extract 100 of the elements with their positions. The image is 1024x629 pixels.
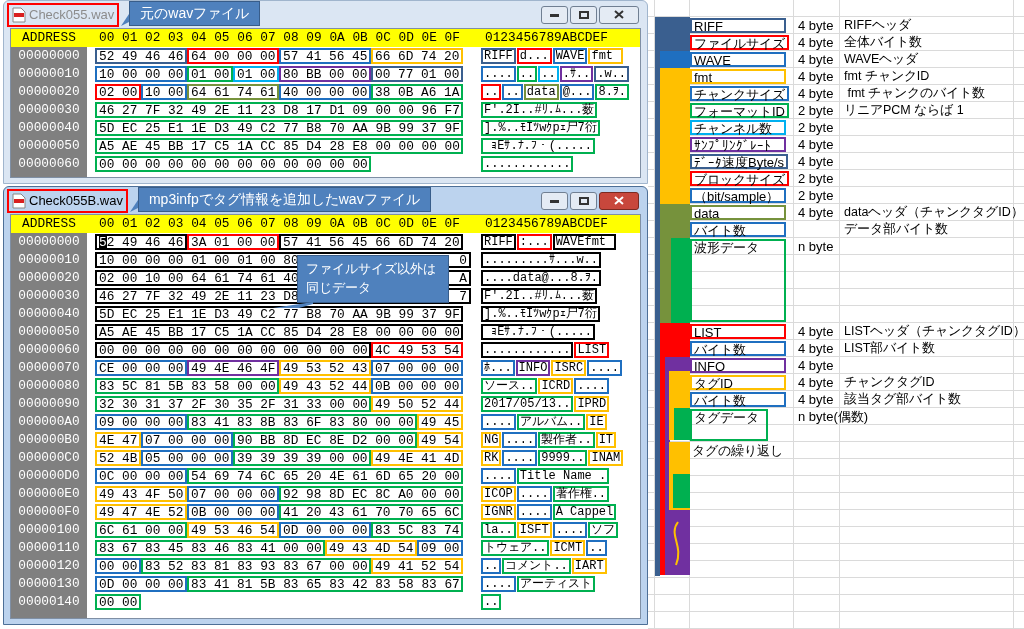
description-text: fmt チャンクのバイト数: [846, 86, 986, 100]
field-label: （bit/sample）: [690, 188, 786, 203]
address-cell: 00000060: [11, 341, 87, 359]
field-label: バイト数: [690, 392, 786, 407]
hex-bytes: 0D 00 00 00: [95, 576, 187, 592]
ascii-text: la..: [481, 522, 516, 538]
field-label: タグの繰り返し: [691, 443, 784, 458]
ascii-text: LIST: [574, 342, 610, 358]
hex-bytes: 01 00: [233, 66, 279, 82]
close-button[interactable]: [599, 5, 639, 24]
address-cell: 000000C0: [11, 449, 87, 467]
hex-bytes: 49 50 52 44: [371, 396, 463, 412]
hex-bytes: 09 00 00 00: [95, 414, 187, 430]
minimize-button[interactable]: [541, 5, 568, 24]
address-cell: 00000020: [11, 269, 87, 287]
ascii-text: ICOP: [481, 486, 516, 502]
description-text: 該当タグ部バイト数: [844, 392, 961, 406]
address-cell: 00000030: [11, 287, 87, 305]
hex-bytes: 49 53 52 43: [279, 360, 371, 376]
hex-bytes: 49 53 46 54: [187, 522, 279, 538]
ascii-text: アルバム..: [516, 414, 586, 430]
ascii-text: IT: [595, 432, 617, 448]
hex-bytes: 66 6D 74 20: [371, 48, 463, 64]
address-cell: 000000F0: [11, 503, 87, 521]
ascii-text: ICMT: [550, 540, 586, 556]
maximize-button[interactable]: [570, 191, 597, 210]
address-cell: 00000050: [11, 323, 87, 341]
minimize-button[interactable]: [541, 191, 568, 210]
hex-bytes: 0C 00 00 00: [95, 468, 187, 484]
ascii-text: IGNR: [481, 504, 516, 520]
ascii-text: .........ｻ...w..: [481, 252, 602, 268]
field-label: ファイルサイズ: [690, 35, 789, 50]
ascii-text: ....: [587, 360, 623, 376]
field-label: data: [690, 205, 786, 220]
ascii-text: .ｻ..: [559, 66, 594, 82]
size-text: 2 byte: [798, 103, 834, 118]
column-header: ADDRESS: [21, 29, 77, 48]
size-text: 4 byte: [798, 358, 834, 373]
column-header: 0123456789ABCDEF: [484, 215, 608, 234]
ascii-text: Title Name .: [516, 468, 610, 484]
hex-bytes: 07 00 00 00: [187, 486, 279, 502]
size-text: 4 byte: [798, 375, 834, 390]
ascii-text: INAM: [588, 450, 624, 466]
address-cell: 00000040: [11, 119, 87, 137]
address-cell: 00000030: [11, 101, 87, 119]
size-text: n byte: [798, 239, 834, 254]
hex-bytes: 49 4E 41 4D: [371, 450, 463, 466]
hex-bytes: 64 61 74 61: [187, 84, 279, 100]
ascii-text: IE: [586, 414, 607, 430]
ascii-text: F'.2I..#ﾘ.ﾑ...薮: [481, 288, 598, 304]
ascii-text: ].%..ﾓIﾂwｸpｪ尸7衍: [481, 120, 600, 136]
ascii-text: RIFF: [481, 234, 516, 250]
hex-bytes: 0B 00 00 00: [187, 504, 279, 520]
ascii-text: ｮEｻ.ﾅ.ﾌ・(.....: [481, 138, 595, 154]
hex-bytes: 46 27 7F 32 49 2E 11 23 D8 17 D1 09 00 00 96 F7: [95, 102, 463, 118]
column-header: 00 01 02 03 04 05 06 07 08 09 0A 0B 0C 0D 0E 0F: [98, 29, 461, 48]
ascii-text: ....data@...8.ｦ.: [481, 270, 602, 286]
ascii-text: ..: [481, 84, 502, 100]
hex-bytes: 39 39 39 39 00 00: [233, 450, 371, 466]
hex-bytes: 49 41 52 54: [371, 558, 463, 574]
hex-bytes: 83 52 83 81 83 93 83 67 00 00: [141, 558, 371, 574]
hex-bytes: 07 00 00 00: [371, 360, 463, 376]
description-text: RIFFヘッダ: [844, 18, 911, 32]
ascii-text: 2017/05/13..: [481, 396, 574, 412]
field-label: バイト数: [690, 222, 786, 237]
maximize-button[interactable]: [570, 5, 597, 24]
hex-bytes: 32 30 31 37 2F 30 35 2F 31 33 00 00: [95, 396, 371, 412]
ascii-text: アーティスト: [516, 576, 595, 592]
field-label: チャンネル数: [690, 120, 786, 135]
address-cell: 000000A0: [11, 413, 87, 431]
ascii-text: ﾎ...: [481, 360, 515, 376]
ascii-text: RIFF: [481, 48, 516, 64]
ascii-text: data: [523, 84, 559, 100]
hex-bytes: 02 00: [95, 84, 141, 100]
address-cell: 00000000: [11, 233, 87, 251]
hex-bytes: 3A 01 00 00: [187, 234, 279, 250]
hex-bytes: 0: [459, 253, 467, 267]
file-icon: [12, 192, 26, 209]
hex-bytes: 57 41 56 45: [279, 48, 371, 64]
ascii-text: ....: [502, 450, 538, 466]
close-button[interactable]: [599, 191, 639, 210]
hex-bytes: 38 0B A6 1A: [371, 84, 463, 100]
window-title: Check055B.wav: [29, 191, 123, 210]
ascii-text: ..: [516, 66, 538, 82]
hex-bytes: 4E 47: [95, 432, 141, 448]
hex-bytes: 0D 00 00 00: [279, 522, 371, 538]
ascii-text: ....: [481, 66, 516, 82]
ascii-text: 製作者..: [538, 432, 595, 448]
address-cell: 000000D0: [11, 467, 87, 485]
hex-bytes: 49 4E 46 4F: [187, 360, 279, 376]
maximize-icon: [578, 10, 589, 19]
ascii-text: @...: [559, 84, 595, 100]
ascii-text: ].%..ﾓIﾂwｸpｪ尸7衍: [481, 306, 600, 322]
address-cell: 00000010: [11, 251, 87, 269]
hex-bytes: 49 43 52 44: [279, 378, 371, 394]
ascii-text: ....: [552, 522, 588, 538]
ascii-text: NG: [481, 432, 502, 448]
ascii-text: F'.2I..#ﾘ.ﾑ...薮: [481, 102, 598, 118]
ascii-text: ....: [574, 378, 610, 394]
ascii-text: IPRD: [574, 396, 610, 412]
